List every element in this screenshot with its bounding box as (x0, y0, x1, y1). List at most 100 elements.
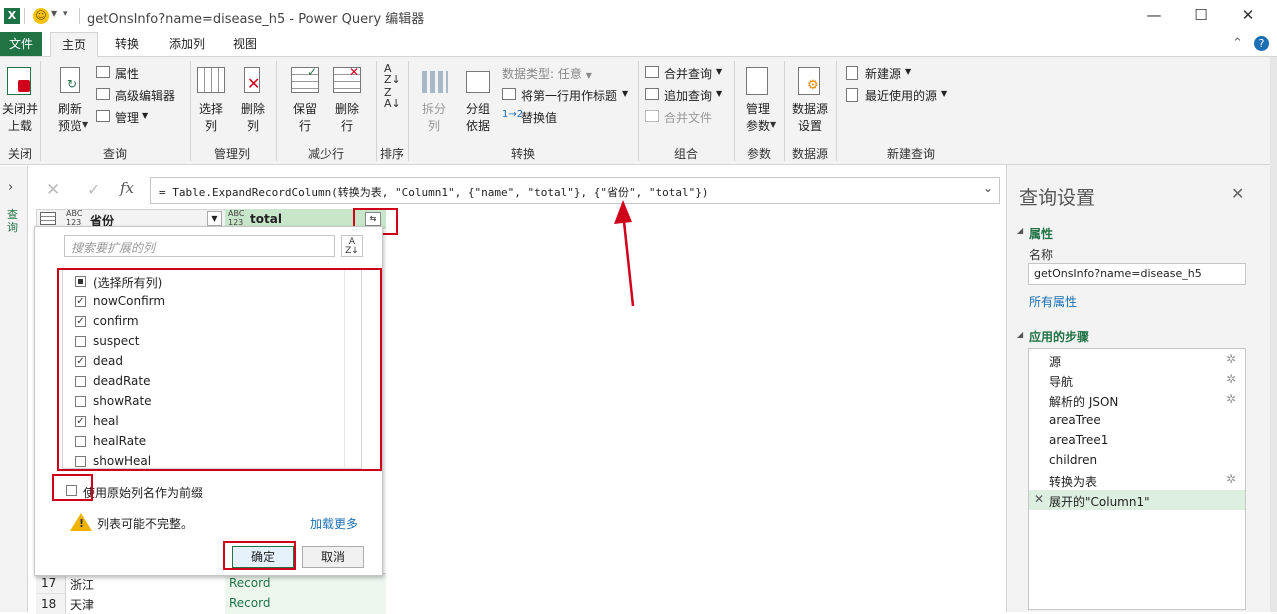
group-label-sort: 排序 (379, 147, 404, 161)
data-rows: 17 浙江 Record 18 天津 Record (36, 573, 386, 614)
query-name-input[interactable]: getOnsInfo?name=disease_h5 (1028, 263, 1246, 285)
remove-columns-label: 删除 列 (240, 102, 265, 133)
cell-record[interactable]: Record (229, 576, 270, 590)
parameters-icon (746, 67, 768, 95)
split-column-icon (422, 71, 448, 93)
group-by-button[interactable]: 分组 依据 (458, 57, 498, 141)
applied-step-label: children (1049, 453, 1098, 467)
column-search-input[interactable]: 搜索要扩展的列 (64, 235, 335, 257)
use-first-row-label: 将第一行用作标题 (521, 89, 618, 103)
delete-step-icon[interactable]: ✕ (1034, 492, 1044, 506)
queries-label[interactable]: 查询 (7, 208, 21, 234)
help-icon[interactable]: ? (1254, 36, 1269, 51)
close-window-button[interactable]: ✕ (1238, 6, 1258, 24)
split-column-button[interactable]: 拆分 列 (414, 57, 454, 141)
collapse-steps-icon[interactable]: ◢ (1017, 330, 1023, 339)
expand-queries-icon[interactable]: › (8, 180, 13, 195)
sort-ascending-button[interactable]: A Z↓ (384, 63, 401, 85)
excel-logo-icon: X (4, 8, 20, 24)
window-title: getOnsInfo?name=disease_h5 - Power Query… (87, 12, 425, 27)
close-load-icon (7, 67, 31, 95)
tab-file[interactable]: 文件 (0, 32, 42, 56)
step-settings-gear-icon[interactable]: ✲ (1226, 472, 1236, 486)
close-load-label: 关闭并 上载 (1, 102, 38, 133)
parameters-dropdown-icon[interactable]: ▼ (770, 120, 776, 129)
name-label: 名称 (1029, 248, 1054, 262)
cancel-button[interactable]: 取消 (302, 546, 364, 568)
data-type-dropdown[interactable]: 数据类型: 任意 ▼ (502, 65, 592, 82)
load-more-link[interactable]: 加载更多 (310, 515, 358, 532)
divider (79, 8, 80, 24)
cell-record[interactable]: Record (229, 596, 270, 610)
data-type-label: 数据类型: 任意 (502, 67, 582, 81)
tab-view[interactable]: 视图 (222, 32, 268, 56)
data-source-settings-icon: ⚙ (798, 67, 820, 95)
properties-heading: 属性 (1029, 227, 1054, 241)
cancel-formula-icon[interactable]: ✕ (46, 180, 60, 200)
append-icon (645, 88, 659, 100)
remove-columns-button[interactable]: ✕ 删除 列 (234, 57, 272, 141)
group-label-query: 查询 (102, 147, 127, 161)
close-settings-icon[interactable]: ✕ (1231, 184, 1244, 203)
annotation-arrow (614, 200, 635, 307)
properties-label: 属性 (115, 67, 140, 81)
maximize-button[interactable]: ☐ (1191, 6, 1211, 24)
formula-expand-icon[interactable]: ⌄ (983, 181, 993, 195)
tab-add-column[interactable]: 添加列 (160, 32, 214, 56)
minimize-button[interactable]: — (1144, 6, 1164, 24)
merge-dropdown-icon: ▼ (716, 67, 723, 76)
annotation-box-column-list (57, 268, 382, 471)
recent-sources-dropdown-icon: ▼ (941, 89, 948, 98)
group-label-close: 关闭 (7, 147, 32, 161)
column-header-total[interactable]: total (250, 212, 282, 226)
refresh-dropdown-icon[interactable]: ▼ (82, 120, 88, 129)
settings-title: 查询设置 (1019, 187, 1096, 209)
group-label-reduce-rows: 减少行 (307, 147, 344, 161)
group-by-label: 分组 依据 (465, 102, 490, 133)
table-menu-icon[interactable] (40, 212, 56, 225)
sort-az-icon[interactable]: A Z↓ (341, 235, 363, 257)
divider (24, 8, 25, 24)
recent-sources-label: 最近使用的源 (865, 89, 938, 103)
keep-rows-button[interactable]: ✓ 保留 行 (286, 57, 324, 141)
smiley-feedback-icon[interactable]: ☺ (33, 8, 49, 24)
quick-access-menu-icon[interactable]: ▾ (63, 9, 68, 19)
refresh-icon: ↻ (60, 67, 80, 93)
fx-icon[interactable]: fx (120, 179, 134, 197)
tab-home[interactable]: 主页 (50, 32, 98, 57)
replace-icon: 1→2 (502, 109, 524, 120)
cell-province[interactable]: 浙江 (70, 576, 94, 593)
sort-descending-button[interactable]: Z A↓ (384, 87, 401, 109)
ribbon-scrollbar[interactable] (1270, 57, 1277, 165)
cell-province[interactable]: 天津 (70, 596, 94, 613)
step-settings-gear-icon[interactable]: ✲ (1226, 392, 1236, 406)
collapse-ribbon-icon[interactable]: ⌃ (1232, 36, 1243, 51)
step-settings-gear-icon[interactable]: ✲ (1226, 372, 1236, 386)
tab-transform[interactable]: 转换 (104, 32, 150, 56)
group-label-parameters: 参数 (746, 147, 771, 161)
applied-step-label: areaTree (1049, 413, 1101, 427)
append-dropdown-icon: ▼ (716, 89, 723, 98)
combine-files-icon (645, 110, 659, 122)
choose-columns-button[interactable]: 选择 列 (192, 57, 230, 141)
warning-icon-mark: ! (79, 517, 85, 530)
col-type-icon[interactable]: ABC 123 (228, 209, 244, 227)
remove-rows-button[interactable]: ✕ 删除 行 (328, 57, 366, 141)
window-scrollbar[interactable] (1270, 165, 1277, 612)
group-label-combine: 组合 (673, 147, 698, 161)
collapse-properties-icon[interactable]: ◢ (1017, 226, 1023, 235)
group-label-data-source: 数据源 (791, 147, 828, 161)
filter-dropdown-icon[interactable]: ▼ (207, 211, 222, 226)
step-settings-gear-icon[interactable]: ✲ (1226, 352, 1236, 366)
formula-bar[interactable]: = Table.ExpandRecordColumn(转换为表, "Column… (150, 177, 1000, 204)
applied-step[interactable] (1029, 350, 1245, 370)
applied-step-label: 解析的 JSON (1049, 395, 1119, 409)
commit-formula-icon[interactable]: ✓ (87, 180, 100, 199)
manage-label: 管理 (115, 111, 140, 125)
applied-step-label: 转换为表 (1049, 475, 1098, 489)
feedback-dropdown-icon[interactable]: ▼ (51, 9, 57, 18)
keep-rows-label: 保留 行 (292, 102, 317, 133)
data-source-settings-button[interactable]: ⚙ 数据源 设置 (786, 57, 834, 141)
all-properties-link[interactable]: 所有属性 (1029, 293, 1077, 310)
col-type-icon[interactable]: ABC 123 (66, 209, 82, 227)
